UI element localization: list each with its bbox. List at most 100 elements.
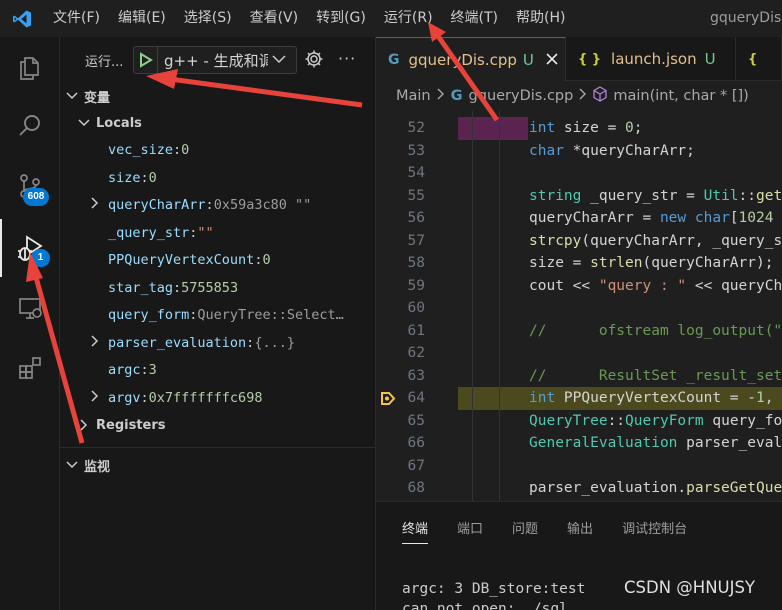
- editor-tabs: G gqueryDis.cpp U { } launch.json U {: [376, 37, 782, 81]
- chevron-right-icon[interactable]: [90, 389, 108, 406]
- line-number: 57: [407, 232, 425, 249]
- explorer-icon[interactable]: [0, 39, 60, 97]
- source-control-icon[interactable]: 608: [0, 157, 60, 215]
- tab-problems[interactable]: 问题: [512, 518, 538, 544]
- cpp-file-icon: G: [388, 51, 400, 68]
- code-line[interactable]: 56 queryCharArr = new char[1024: [376, 207, 782, 230]
- tab-launch-json[interactable]: { } launch.json U: [566, 37, 736, 81]
- line-number: 59: [407, 277, 425, 294]
- registers-label: Registers: [96, 417, 166, 433]
- variable-row[interactable]: PPQueryVertexCount: 0: [60, 247, 376, 274]
- variable-name: parser_evaluation: [108, 334, 247, 351]
- tab-terminal[interactable]: 终端: [402, 518, 429, 544]
- menu-selection[interactable]: 选择(S): [175, 0, 241, 37]
- menu-go[interactable]: 转到(G): [307, 0, 375, 37]
- menu-terminal[interactable]: 终端(T): [442, 0, 507, 37]
- code-line[interactable]: 68 parser_evaluation.parseGetQuery: [376, 477, 782, 500]
- json-file-icon: { }: [578, 51, 602, 67]
- code-line[interactable]: 65 QueryTree::QueryForm query_form: [376, 410, 782, 433]
- variable-separator: :: [140, 362, 149, 378]
- tab-gquerydis-cpp[interactable]: G gqueryDis.cpp U: [376, 37, 566, 81]
- search-icon[interactable]: [0, 97, 60, 155]
- variable-row[interactable]: argc: 3: [60, 357, 376, 384]
- code-token: (queryCharArr, _query_str: [581, 232, 782, 249]
- tab-overflow[interactable]: {: [736, 37, 782, 81]
- menu-run[interactable]: 运行(R): [375, 0, 442, 37]
- code-text: QueryTree::QueryForm query_form: [529, 410, 782, 433]
- breadcrumb-root[interactable]: Main: [396, 88, 431, 104]
- menu-help[interactable]: 帮助(H): [507, 0, 574, 37]
- close-icon[interactable]: [546, 51, 558, 69]
- code-token: parseGetQuery: [686, 480, 782, 496]
- code-token: 0: [625, 120, 634, 136]
- debug-config-dropdown[interactable]: g++ - 生成和调试活动文件: [133, 46, 297, 74]
- variable-row[interactable]: size: 0: [60, 164, 376, 191]
- code-line[interactable]: 55 string _query_str = Util::getQueryFrom…: [376, 185, 782, 208]
- code-editor[interactable]: 52 int size = 0; 53 char *queryCharArr; 54 55…: [376, 111, 782, 501]
- debug-config-label[interactable]: g++ - 生成和调试活动文件: [164, 50, 268, 71]
- variable-name: _query_str: [108, 224, 190, 241]
- more-actions-icon[interactable]: ···: [338, 49, 356, 68]
- gear-icon[interactable]: [304, 49, 324, 73]
- line-number: 53: [407, 142, 425, 159]
- cpp-file-icon: G: [450, 88, 463, 104]
- code-line[interactable]: 52 int size = 0;: [376, 117, 782, 140]
- run-debug-icon[interactable]: 1: [0, 219, 60, 277]
- code-line[interactable]: 53 char *queryCharArr;: [376, 140, 782, 163]
- watch-section-header[interactable]: 监视: [60, 453, 376, 477]
- chevron-right-icon[interactable]: [90, 197, 108, 213]
- code-line[interactable]: 54: [376, 162, 782, 185]
- extensions-icon[interactable]: [0, 339, 60, 397]
- variable-row[interactable]: queryCharArr: 0x59a3c80 "": [60, 192, 376, 219]
- code-line[interactable]: 60: [376, 297, 782, 320]
- variable-value: 5755853: [181, 279, 239, 296]
- breadcrumb-symbol[interactable]: main(int, char * []): [613, 88, 748, 104]
- code-line[interactable]: 59 cout << "query : " << queryCharArr: [376, 275, 782, 298]
- code-token: Util: [703, 187, 739, 204]
- variables-section-header[interactable]: 变量: [60, 84, 376, 108]
- vscode-logo-icon[interactable]: [0, 0, 44, 37]
- code-line[interactable]: 67: [376, 455, 782, 478]
- play-icon: [139, 52, 153, 68]
- line-number: 67: [407, 457, 425, 474]
- chevron-right-icon: [437, 88, 445, 104]
- tab-output[interactable]: 输出: [567, 518, 593, 544]
- variable-row[interactable]: parser_evaluation: {...}: [60, 329, 376, 356]
- menu-file[interactable]: 文件(F): [44, 0, 109, 37]
- menu-view[interactable]: 查看(V): [241, 0, 308, 37]
- locals-scope[interactable]: Locals: [60, 111, 376, 135]
- variable-row[interactable]: _query_str: "": [60, 219, 376, 246]
- tab-ports[interactable]: 端口: [457, 518, 483, 544]
- remote-explorer-icon[interactable]: [0, 279, 60, 337]
- code-text: parser_evaluation.parseGetQuery: [529, 477, 782, 500]
- registers-scope[interactable]: Registers: [60, 413, 376, 437]
- code-line[interactable]: 63 // ResultSet _result_set;: [376, 365, 782, 388]
- variable-name: PPQueryVertexCount: [108, 252, 255, 268]
- chevron-down-icon[interactable]: [272, 53, 286, 68]
- menu-edit[interactable]: 编辑(E): [109, 0, 175, 37]
- code-line[interactable]: 62: [376, 342, 782, 365]
- line-number: 55: [407, 187, 425, 204]
- code-line[interactable]: 66 GeneralEvaluation parser_evaluation: [376, 432, 782, 455]
- variable-row[interactable]: argv: 0x7fffffffc698: [60, 384, 376, 411]
- bottom-panel: 终端 端口 问题 输出 调试控制台 argc: 3 DB_store:test …: [376, 501, 782, 610]
- code-token: parser_evaluation: [686, 435, 782, 451]
- tab-debug-console[interactable]: 调试控制台: [622, 518, 687, 544]
- code-text: size = strlen(queryCharArr);: [529, 252, 773, 275]
- start-debugging-button[interactable]: [134, 47, 158, 73]
- code-line[interactable]: 61 // ofstream log_output("log_all: [376, 320, 782, 343]
- code-token: _query_str =: [581, 187, 704, 204]
- code-line[interactable]: 58 size = strlen(queryCharArr);: [376, 252, 782, 275]
- indent-guide: [472, 111, 473, 501]
- variable-row[interactable]: vec_size: 0: [60, 137, 376, 164]
- chevron-right-icon[interactable]: [90, 334, 108, 351]
- code-line[interactable]: 64 int PPQueryVertexCount = -1,: [376, 387, 782, 410]
- variable-row[interactable]: star_tag: 5755853: [60, 274, 376, 301]
- variable-row[interactable]: query_form: QueryTree::Select…: [60, 302, 376, 329]
- code-line[interactable]: 57 strcpy(queryCharArr, _query_str: [376, 230, 782, 253]
- section-divider: [60, 447, 376, 448]
- code-token: size =: [529, 255, 591, 271]
- code-text: strcpy(queryCharArr, _query_str: [529, 230, 782, 253]
- panel-tabs: 终端 端口 问题 输出 调试控制台: [402, 518, 716, 544]
- breadcrumb-file[interactable]: gqueryDis.cpp: [469, 88, 574, 104]
